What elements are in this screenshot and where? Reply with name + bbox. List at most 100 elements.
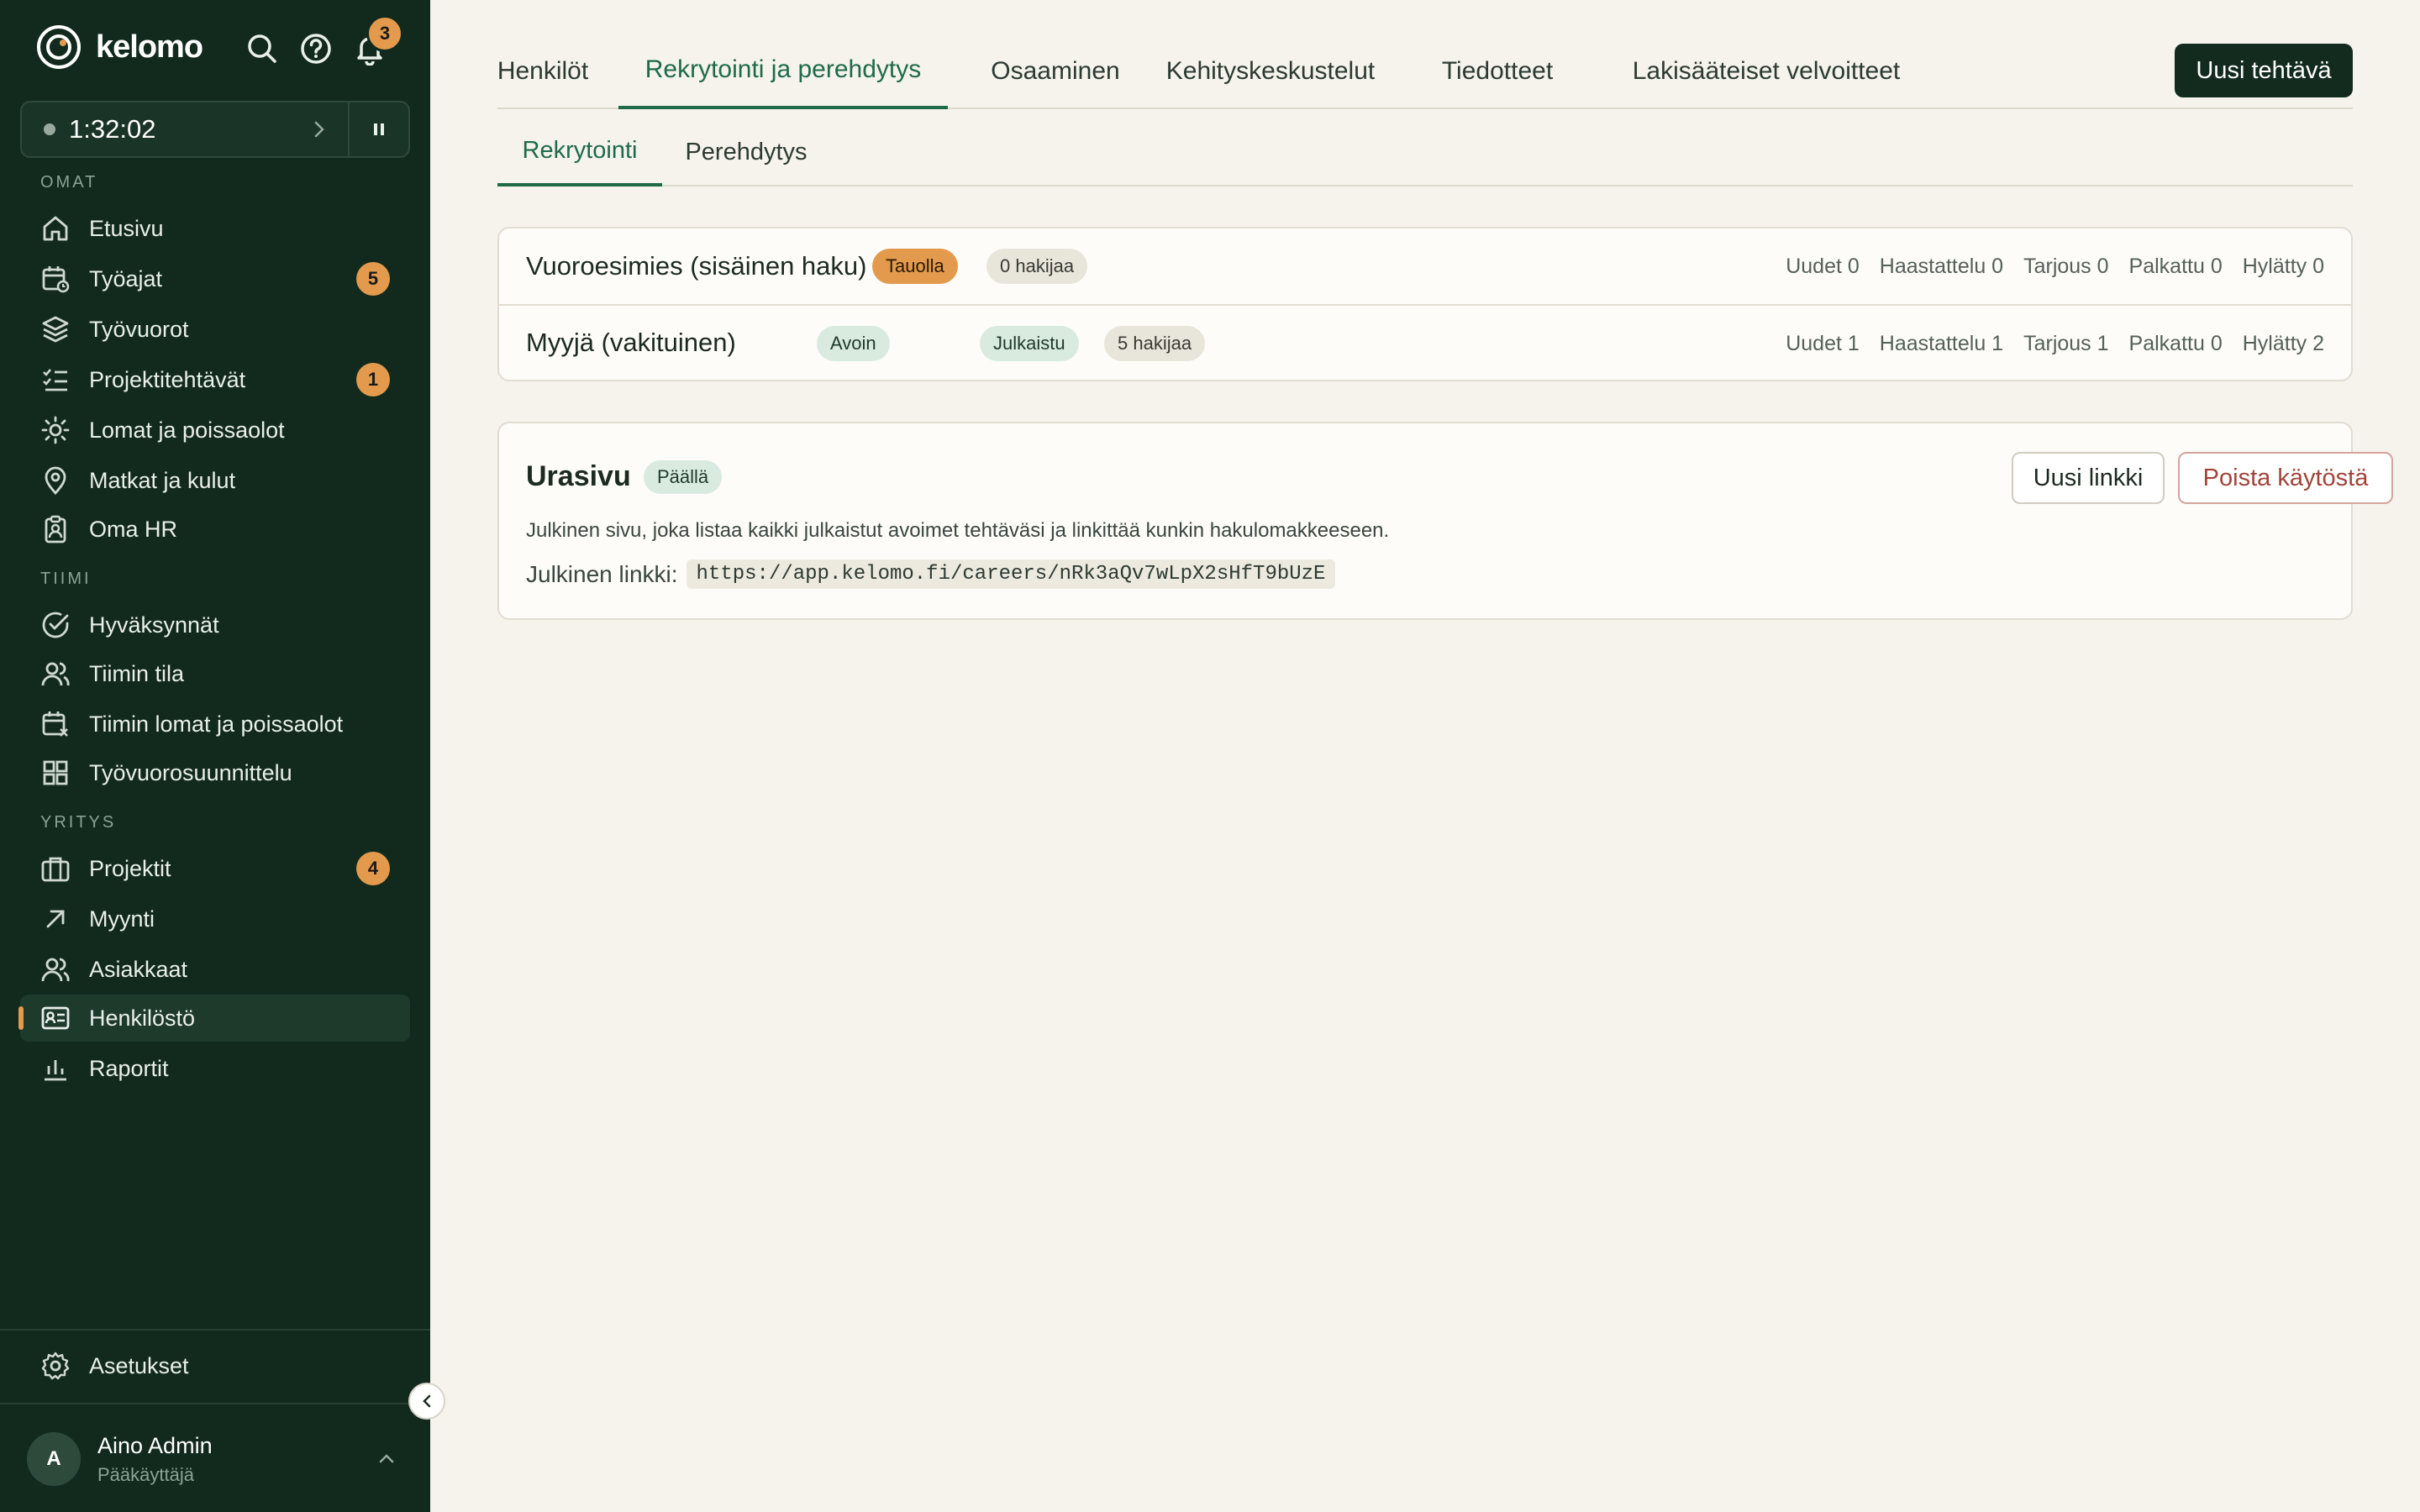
sidebar-item-lomat[interactable]: Lomat ja poissaolot [20, 407, 410, 454]
user-menu[interactable]: A Aino Admin Pääkäyttäjä [27, 1430, 405, 1488]
timer-status-dot [44, 123, 55, 135]
search-button[interactable] [244, 30, 281, 67]
sidebar-divider [0, 1403, 430, 1404]
grid-icon [39, 756, 72, 790]
subtab-perehdytys[interactable]: Perehdytys [679, 118, 813, 186]
help-button[interactable] [297, 30, 334, 67]
stat-new: Uudet 1 [1786, 331, 1860, 355]
id-card-icon [39, 1001, 72, 1035]
sidebar-item-projektit[interactable]: Projektit 4 [20, 845, 410, 892]
section-label-yritys: YRITYS [40, 813, 117, 832]
status-badge: Tauolla [872, 249, 958, 284]
sidebar-item-etusivu[interactable]: Etusivu [20, 205, 410, 252]
brand-name: kelomo [96, 29, 203, 65]
career-page-card: Urasivu Päällä Uusi linkki Poista käytös… [497, 422, 2393, 620]
sub-tabs: Rekrytointi Perehdytys [497, 118, 2353, 186]
kelomo-logo-icon [37, 25, 81, 69]
timer-pause-button[interactable] [350, 102, 408, 156]
help-icon [301, 34, 331, 64]
count-badge: 1 [356, 363, 390, 396]
sidebar-divider [0, 1329, 430, 1331]
tab-tiedotteet[interactable]: Tiedotteet [1417, 34, 1578, 109]
checklist-icon [39, 363, 72, 396]
notification-count-badge: 3 [366, 15, 403, 52]
count-badge: 5 [356, 262, 390, 296]
tab-osaaminen[interactable]: Osaaminen [971, 34, 1139, 109]
section-label-omat: OMAT [40, 173, 98, 192]
sidebar-item-oma-hr[interactable]: Oma HR [20, 506, 410, 553]
sidebar-item-label: Asetukset [89, 1352, 189, 1378]
timer-open-button[interactable] [302, 113, 336, 146]
arrow-up-right-icon [39, 902, 72, 936]
calendar-clock-icon [39, 262, 72, 296]
sidebar-item-label: Etusivu [89, 215, 164, 241]
tab-rekrytointi-ja-perehdytys[interactable]: Rekrytointi ja perehdytys [618, 34, 948, 109]
tab-lakisaateiset-velvoitteet[interactable]: Lakisääteiset velvoitteet [1597, 34, 1936, 109]
search-icon [248, 34, 276, 63]
sidebar-item-label: Raportit [89, 1055, 169, 1081]
sidebar-item-label: Oma HR [89, 516, 178, 542]
pipeline-stats: Uudet 1 Haastattelu 1 Tarjous 1 Palkattu… [1786, 306, 2324, 381]
pause-icon [374, 123, 384, 135]
brand[interactable]: kelomo [35, 22, 203, 72]
count-badge: 4 [356, 852, 390, 885]
applicant-count-badge: 0 hakijaa [986, 249, 1088, 284]
chevron-right-icon [314, 121, 324, 138]
applicant-count-badge: 5 hakijaa [1104, 326, 1206, 361]
timer-widget[interactable]: 1:32:02 [20, 101, 410, 158]
disable-career-page-button[interactable]: Poista käytöstä [2178, 452, 2393, 504]
layers-icon [39, 312, 72, 346]
main-tabs: Henkilöt Rekrytointi ja perehdytys Osaam… [497, 34, 2353, 109]
sidebar-item-label: Työvuorot [89, 316, 189, 342]
sidebar-item-projektitehtavat[interactable]: Projektitehtävät 1 [20, 356, 410, 403]
sidebar-item-label: Tiimin lomat ja poissaolot [89, 711, 344, 737]
sidebar-item-tyoajat[interactable]: Työajat 5 [20, 255, 410, 302]
sidebar-item-tyovuorot[interactable]: Työvuorot [20, 306, 410, 353]
sidebar-item-tyovuorosuunnittelu[interactable]: Työvuorosuunnittelu [20, 749, 410, 796]
sidebar-item-myynti[interactable]: Myynti [20, 895, 410, 942]
user-role: Pääkäyttäjä [97, 1463, 194, 1485]
calendar-x-icon [39, 707, 72, 741]
gear-icon [39, 1349, 72, 1383]
sidebar-item-tiimin-lomat[interactable]: Tiimin lomat ja poissaolot [20, 701, 410, 748]
sidebar-item-label: Asiakkaat [89, 956, 188, 982]
sidebar-item-label: Henkilöstö [89, 1005, 196, 1031]
sidebar: kelomo 3 1:32:02 OMAT Etusivu Työajat 5 … [0, 0, 430, 1512]
user-info: Aino Admin Pääkäyttäjä [97, 1433, 376, 1486]
sidebar-collapse-button[interactable] [408, 1383, 445, 1420]
sidebar-item-tiimin-tila[interactable]: Tiimin tila [20, 650, 410, 697]
tab-henkilot[interactable]: Henkilöt [497, 34, 588, 109]
stat-interview: Haastattelu 0 [1879, 254, 2004, 278]
user-name: Aino Admin [97, 1432, 213, 1458]
check-circle-icon [39, 608, 72, 642]
job-row[interactable]: Vuoroesimies (sisäinen haku) Tauolla 0 h… [499, 228, 2351, 304]
new-link-button[interactable]: Uusi linkki [2012, 452, 2165, 504]
sidebar-item-label: Matkat ja kulut [89, 467, 236, 493]
users-icon [39, 953, 72, 986]
sidebar-item-hyvaksynnat[interactable]: Hyväksynnät [20, 601, 410, 648]
sidebar-item-raportit[interactable]: Raportit [20, 1045, 410, 1092]
sidebar-item-matkat[interactable]: Matkat ja kulut [20, 457, 410, 504]
main-content: Henkilöt Rekrytointi ja perehdytys Osaam… [430, 0, 2420, 1512]
subtab-rekrytointi[interactable]: Rekrytointi [497, 118, 662, 186]
stat-offer: Tarjous 0 [2023, 254, 2109, 278]
stat-rejected: Hylätty 2 [2242, 331, 2324, 355]
briefcase-icon [39, 852, 72, 885]
sidebar-item-label: Lomat ja poissaolot [89, 417, 285, 443]
job-row[interactable]: Myyjä (vakituinen) Avoin Julkaistu 5 hak… [499, 304, 2351, 380]
job-title: Myyjä (vakituinen) [526, 328, 736, 357]
sidebar-item-label: Hyväksynnät [89, 612, 219, 638]
sidebar-item-asiakkaat[interactable]: Asiakkaat [20, 946, 410, 993]
tab-kehityskeskustelut[interactable]: Kehityskeskustelut [1150, 34, 1392, 109]
public-link-row: Julkinen linkki: https://app.kelomo.fi/c… [526, 559, 1336, 589]
chevron-left-icon [423, 1394, 431, 1408]
job-list: Vuoroesimies (sisäinen haku) Tauolla 0 h… [497, 227, 2353, 381]
public-link-url[interactable]: https://app.kelomo.fi/careers/nRk3aQv7wL… [686, 559, 1336, 589]
section-label-tiimi: TIIMI [40, 570, 92, 588]
stat-new: Uudet 0 [1786, 254, 1860, 278]
sidebar-item-henkilosto[interactable]: Henkilöstö [18, 995, 410, 1042]
new-job-button[interactable]: Uusi tehtävä [2175, 44, 2353, 97]
published-badge: Julkaistu [980, 326, 1079, 361]
sidebar-item-asetukset[interactable]: Asetukset [20, 1342, 410, 1389]
career-page-title: Urasivu [526, 460, 631, 492]
